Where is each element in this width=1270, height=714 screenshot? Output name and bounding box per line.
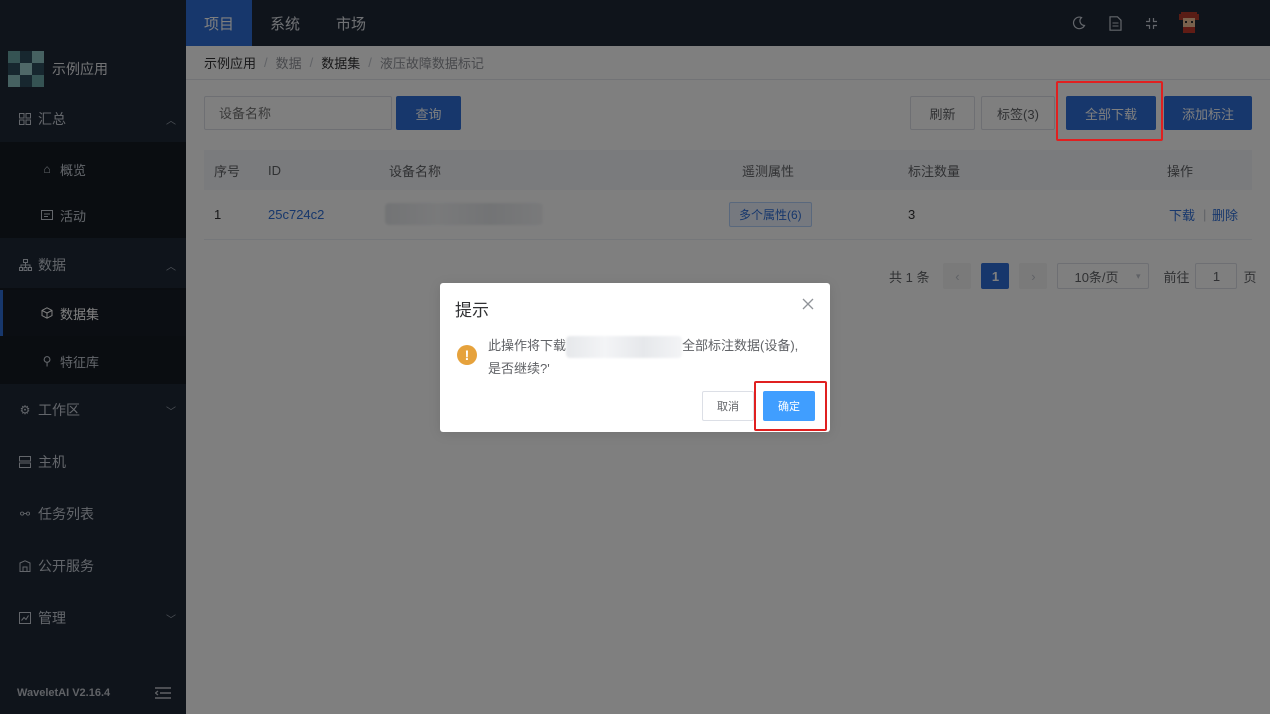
cancel-button[interactable]: 取消: [702, 391, 754, 421]
redacted-dataset-name: [566, 335, 683, 358]
dialog-message-part: 此操作将下载: [488, 338, 567, 353]
dialog-message-part: 是否继续?': [488, 360, 550, 376]
dialog-message-part: 全部标注数据(设备),: [682, 338, 799, 353]
warning-icon: !: [457, 345, 477, 365]
dialog-title: 提示: [455, 301, 489, 320]
highlight-download-all: [1056, 81, 1163, 141]
dialog-message: 此操作将下载 全部标注数据(设备), 是否继续?': [488, 335, 808, 380]
highlight-confirm: [754, 381, 827, 431]
close-icon[interactable]: [802, 298, 816, 312]
